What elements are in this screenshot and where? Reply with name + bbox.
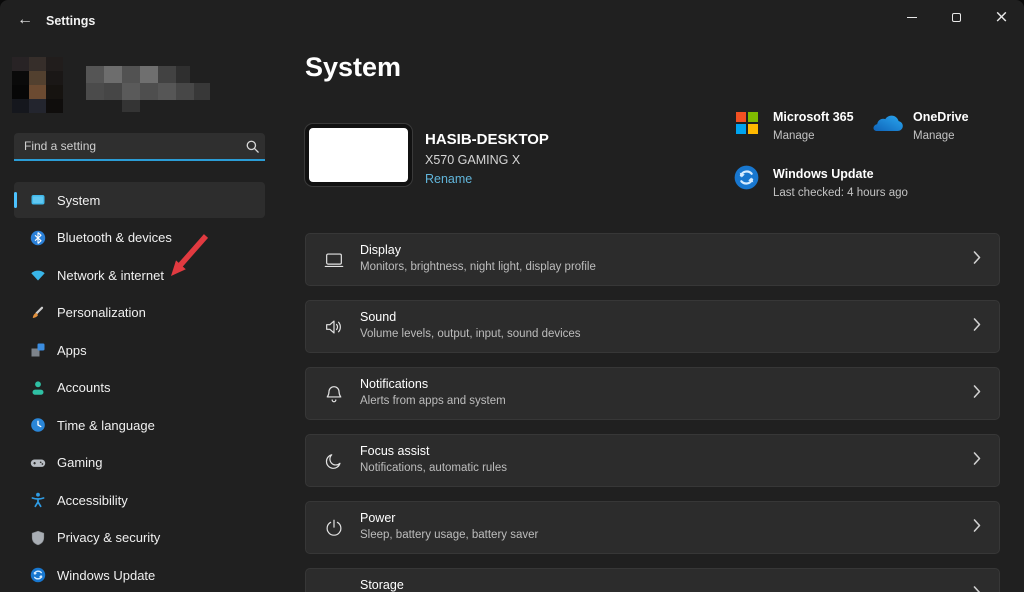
apps-icon	[30, 342, 46, 358]
microsoft-365-icon	[736, 112, 758, 139]
sidebar-item-personalization[interactable]: Personalization	[14, 295, 265, 331]
search-box	[14, 133, 265, 161]
sidebar-item-privacy-security[interactable]: Privacy & security	[14, 520, 265, 556]
sidebar-item-label: Bluetooth & devices	[57, 230, 172, 245]
bell-icon	[323, 383, 345, 405]
sidebar-item-label: Gaming	[57, 455, 103, 470]
chevron-right-icon[interactable]	[973, 518, 981, 537]
sidebar-item-label: Apps	[57, 343, 87, 358]
paintbrush-icon	[30, 305, 46, 321]
window-controls: ×	[889, 0, 1024, 34]
service-title: OneDrive	[913, 110, 969, 124]
row-title: Focus assist	[360, 444, 429, 458]
sidebar: System Bluetooth & devices Network & int…	[0, 40, 290, 592]
onedrive-icon	[872, 112, 904, 138]
row-focus-assist[interactable]: Focus assist Notifications, automatic ru…	[305, 434, 1000, 487]
update-icon	[30, 567, 46, 583]
chevron-right-icon[interactable]	[973, 317, 981, 336]
windows-update-icon	[734, 165, 759, 195]
row-subtitle: Monitors, brightness, night light, displ…	[360, 261, 596, 273]
back-button[interactable]: ←	[10, 6, 40, 34]
row-display[interactable]: Display Monitors, brightness, night ligh…	[305, 233, 1000, 286]
chevron-right-icon[interactable]	[973, 585, 981, 592]
settings-rows: Display Monitors, brightness, night ligh…	[305, 233, 1000, 592]
row-subtitle: Alerts from apps and system	[360, 395, 506, 407]
sidebar-item-label: System	[57, 193, 100, 208]
bluetooth-icon	[30, 230, 46, 246]
sidebar-item-apps[interactable]: Apps	[14, 332, 265, 368]
microsoft-365-manage-link[interactable]: Manage	[773, 130, 815, 142]
row-power[interactable]: Power Sleep, battery usage, battery save…	[305, 501, 1000, 554]
moon-icon	[323, 450, 345, 472]
chevron-right-icon[interactable]	[973, 250, 981, 269]
row-subtitle: Sleep, battery usage, battery saver	[360, 529, 538, 541]
accessibility-icon	[30, 492, 46, 508]
sidebar-item-accounts[interactable]: Accounts	[14, 370, 265, 406]
close-button[interactable]: ×	[979, 0, 1024, 34]
row-title: Display	[360, 243, 401, 257]
row-notifications[interactable]: Notifications Alerts from apps and syste…	[305, 367, 1000, 420]
gamepad-icon	[30, 455, 46, 471]
row-title: Power	[360, 511, 395, 525]
minimize-button[interactable]	[889, 0, 934, 34]
sidebar-item-windows-update[interactable]: Windows Update	[14, 557, 265, 592]
service-title: Windows Update	[773, 167, 874, 181]
system-monitor-icon	[30, 192, 46, 208]
user-profile-redacted	[12, 57, 222, 117]
sidebar-item-time-language[interactable]: Time & language	[14, 407, 265, 443]
sidebar-item-label: Accounts	[57, 380, 110, 395]
device-thumbnail	[305, 124, 412, 186]
sidebar-nav: System Bluetooth & devices Network & int…	[14, 182, 265, 592]
sidebar-item-accessibility[interactable]: Accessibility	[14, 482, 265, 518]
sidebar-item-label: Network & internet	[57, 268, 164, 283]
shield-icon	[30, 530, 46, 546]
titlebar: ← Settings ×	[0, 0, 1024, 40]
display-icon	[323, 249, 345, 271]
chevron-right-icon[interactable]	[973, 384, 981, 403]
sidebar-item-label: Personalization	[57, 305, 146, 320]
windows-update-status: Last checked: 4 hours ago	[773, 187, 908, 199]
onedrive-manage-link[interactable]: Manage	[913, 130, 955, 142]
search-icon[interactable]	[239, 139, 265, 154]
row-subtitle: Volume levels, output, input, sound devi…	[360, 328, 581, 340]
device-name: HASIB-DESKTOP	[425, 131, 549, 148]
rename-link[interactable]: Rename	[425, 172, 472, 186]
person-icon	[30, 380, 46, 396]
sidebar-item-label: Accessibility	[57, 493, 128, 508]
sidebar-item-label: Time & language	[57, 418, 155, 433]
app-title: Settings	[46, 14, 95, 28]
row-title: Notifications	[360, 377, 428, 391]
sidebar-item-label: Privacy & security	[57, 530, 160, 545]
maximize-icon	[952, 13, 961, 22]
close-icon: ×	[994, 9, 1008, 26]
service-title: Microsoft 365	[773, 110, 854, 124]
sidebar-item-network-internet[interactable]: Network & internet	[14, 257, 265, 293]
clock-icon	[30, 417, 46, 433]
sidebar-item-label: Windows Update	[57, 568, 155, 583]
settings-window: ← Settings ×	[0, 0, 1024, 592]
wifi-icon	[30, 267, 46, 283]
device-model: X570 GAMING X	[425, 153, 520, 167]
minimize-icon	[907, 17, 917, 18]
speaker-icon	[323, 316, 345, 338]
chevron-right-icon[interactable]	[973, 451, 981, 470]
sidebar-item-system[interactable]: System	[14, 182, 265, 218]
row-title: Sound	[360, 310, 396, 324]
sidebar-item-gaming[interactable]: Gaming	[14, 445, 265, 481]
row-storage[interactable]: Storage	[305, 568, 1000, 592]
page-title: System	[305, 52, 401, 83]
sidebar-item-bluetooth-devices[interactable]: Bluetooth & devices	[14, 220, 265, 256]
row-sound[interactable]: Sound Volume levels, output, input, soun…	[305, 300, 1000, 353]
row-subtitle: Notifications, automatic rules	[360, 462, 507, 474]
power-icon	[323, 517, 345, 539]
back-arrow-icon: ←	[17, 11, 33, 28]
search-input[interactable]	[14, 139, 239, 153]
row-title: Storage	[360, 578, 404, 592]
maximize-button[interactable]	[934, 0, 979, 34]
